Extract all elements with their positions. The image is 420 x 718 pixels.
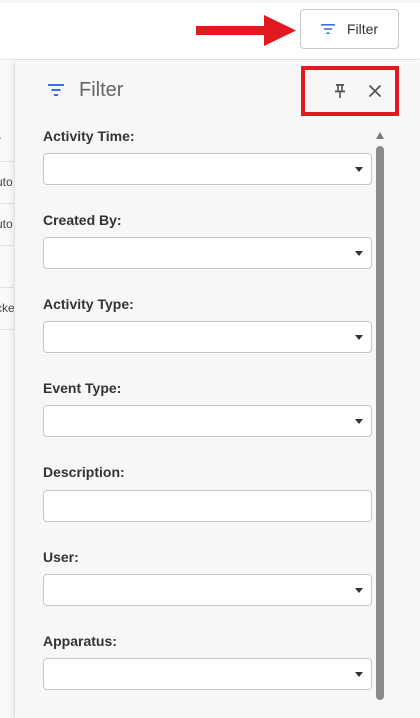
table-row: [0, 246, 14, 288]
table-row: uto: [0, 204, 14, 246]
chevron-down-icon: [355, 251, 363, 256]
apparatus-select[interactable]: [43, 658, 372, 690]
filter-panel-header: Filter: [15, 62, 420, 122]
activity-time-label: Activity Time:: [43, 128, 135, 144]
top-bar: Filter: [0, 0, 420, 60]
description-label: Description:: [43, 464, 125, 480]
filter-panel: Filter Activity Time: Created By: Activi…: [14, 62, 420, 718]
chevron-down-icon: [355, 419, 363, 424]
chevron-down-icon: [355, 588, 363, 593]
chevron-down-icon: [355, 335, 363, 340]
scroll-up-icon[interactable]: [376, 132, 384, 139]
table-row: cke: [0, 288, 14, 330]
top-divider: [0, 0, 420, 3]
filter-button-label: Filter: [346, 21, 379, 37]
table-row: r: [0, 120, 14, 162]
filter-icon: [48, 84, 64, 96]
background-table: r uto uto cke: [0, 60, 14, 718]
created-by-label: Created By:: [43, 212, 122, 228]
chevron-down-icon: [355, 167, 363, 172]
activity-type-select[interactable]: [43, 321, 372, 353]
scrollbar[interactable]: [375, 130, 385, 700]
event-type-label: Event Type:: [43, 380, 122, 396]
filter-panel-title: Filter: [79, 79, 124, 101]
close-icon: [368, 84, 382, 98]
apparatus-label: Apparatus:: [43, 633, 117, 649]
annotation-arrow-icon: [196, 15, 296, 46]
description-input[interactable]: [43, 490, 372, 522]
pin-button[interactable]: [329, 80, 351, 102]
pin-icon: [335, 84, 345, 98]
activity-type-label: Activity Type:: [43, 296, 134, 312]
user-select[interactable]: [43, 574, 372, 606]
user-label: User:: [43, 549, 79, 565]
created-by-select[interactable]: [43, 237, 372, 269]
event-type-select[interactable]: [43, 405, 372, 437]
activity-time-select[interactable]: [43, 153, 372, 185]
scrollbar-thumb[interactable]: [376, 146, 384, 700]
close-button[interactable]: [364, 80, 386, 102]
table-row: uto: [0, 162, 14, 204]
filter-icon: [320, 24, 335, 34]
chevron-down-icon: [355, 672, 363, 677]
filter-button[interactable]: Filter: [300, 9, 399, 49]
